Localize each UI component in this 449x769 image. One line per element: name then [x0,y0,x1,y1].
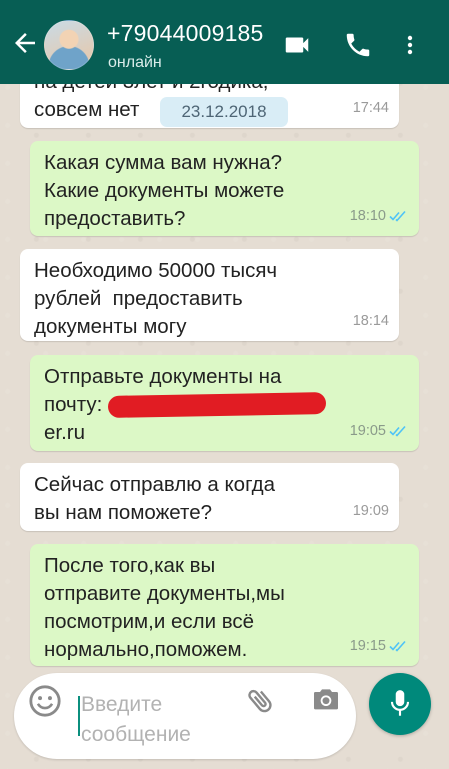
phone-icon[interactable] [341,30,375,60]
contact-avatar[interactable] [44,20,94,70]
message-time: 18:14 [352,313,389,329]
message-bubble-outgoing: Какая сумма вам нужна? Какие документы м… [30,141,419,236]
message-bubble-outgoing: После того,как вы отправите документы,мы… [30,544,419,666]
emoji-icon[interactable] [28,684,62,718]
read-ticks-icon [389,640,406,652]
redacted-email-scribble [107,392,327,418]
message-time: 18:10 [349,208,386,224]
message-time: 19:09 [352,503,389,519]
message-time: 19:05 [349,423,386,439]
chat-header: +79044009185 онлайн [0,0,449,84]
paperclip-icon[interactable] [245,684,277,718]
contact-name[interactable]: +79044009185 [107,20,264,47]
message-bubble-incoming: Необходимо 50000 тысяч рублей предостави… [20,249,399,341]
video-call-icon[interactable] [280,30,314,60]
contact-status: онлайн [108,54,162,71]
message-bubble-incoming: Сейчас отправлю а когда вы нам поможете?… [20,463,399,531]
read-ticks-icon [389,425,406,437]
back-arrow-icon[interactable] [10,28,40,58]
message-time: 19:15 [349,638,386,654]
message-time: 17:44 [352,100,389,116]
text-caret [78,696,80,736]
date-chip: 23.12.2018 [160,97,288,127]
more-vert-icon[interactable] [398,30,422,60]
microphone-icon [390,690,410,716]
microphone-button[interactable] [369,673,431,735]
message-text: Сейчас отправлю а когда вы нам поможете? [34,473,275,524]
message-input[interactable]: Введите сообщение [81,690,231,750]
message-text: Необходимо 50000 тысяч рублей предостави… [34,259,278,338]
read-ticks-icon [389,210,406,222]
camera-icon[interactable] [308,684,344,716]
